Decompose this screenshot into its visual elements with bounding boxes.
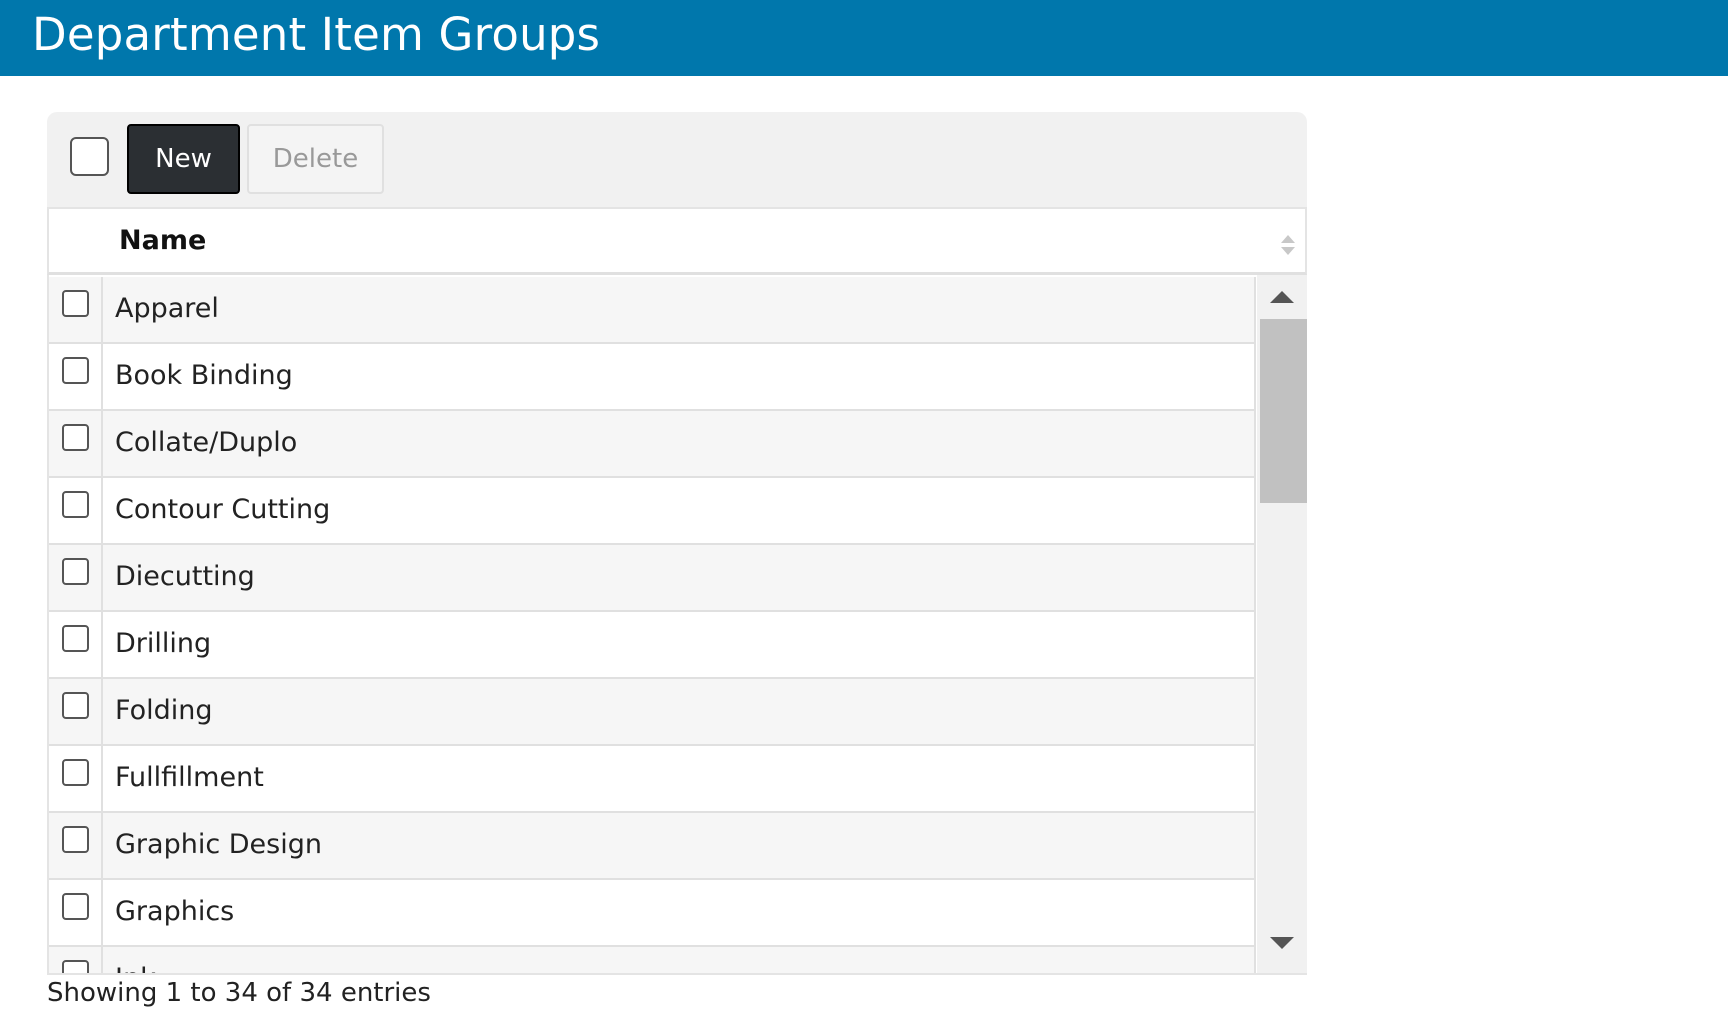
row-checkbox[interactable] xyxy=(62,558,89,585)
delete-button[interactable]: Delete xyxy=(247,124,384,194)
row-checkbox[interactable] xyxy=(62,826,89,853)
table-row[interactable]: Drilling xyxy=(49,612,1256,679)
cell-divider xyxy=(101,679,103,744)
cell-divider xyxy=(101,344,103,409)
page-title: Department Item Groups xyxy=(32,8,601,61)
cell-divider xyxy=(101,612,103,677)
cell-divider xyxy=(101,478,103,543)
cell-divider xyxy=(101,411,103,476)
item-groups-table-panel: New Delete Name Apparel Book Binding Colla… xyxy=(47,112,1307,975)
row-checkbox[interactable] xyxy=(62,692,89,719)
row-checkbox[interactable] xyxy=(62,491,89,518)
cell-divider xyxy=(101,813,103,878)
table-row[interactable]: Ink xyxy=(49,947,1256,973)
row-name[interactable]: Fullfillment xyxy=(115,762,264,793)
row-checkbox[interactable] xyxy=(62,960,89,973)
table-row[interactable]: Book Binding xyxy=(49,344,1256,411)
table-row[interactable]: Folding xyxy=(49,679,1256,746)
cell-divider xyxy=(101,947,103,973)
row-checkbox[interactable] xyxy=(62,357,89,384)
cell-divider xyxy=(101,277,103,342)
new-button[interactable]: New xyxy=(127,124,240,194)
row-name[interactable]: Folding xyxy=(115,695,212,726)
row-name[interactable]: Graphics xyxy=(115,896,234,927)
cell-divider xyxy=(101,545,103,610)
table-toolbar: New Delete xyxy=(47,112,1307,208)
table-body: Apparel Book Binding Collate/Duplo Contour … xyxy=(47,275,1307,975)
arrow-up-icon[interactable] xyxy=(1270,291,1294,303)
row-name[interactable]: Collate/Duplo xyxy=(115,427,297,458)
row-name[interactable]: Apparel xyxy=(115,293,219,324)
vertical-scrollbar[interactable] xyxy=(1257,275,1307,973)
sort-both-icon[interactable] xyxy=(1281,235,1295,257)
row-name[interactable]: Drilling xyxy=(115,628,211,659)
row-name[interactable]: Diecutting xyxy=(115,561,255,592)
row-checkbox[interactable] xyxy=(62,893,89,920)
column-header-name[interactable]: Name xyxy=(119,225,206,256)
row-checkbox[interactable] xyxy=(62,759,89,786)
row-name[interactable]: Graphic Design xyxy=(115,829,322,860)
row-checkbox[interactable] xyxy=(62,625,89,652)
cell-divider xyxy=(101,746,103,811)
row-name[interactable]: Ink xyxy=(115,963,156,973)
cell-divider xyxy=(101,880,103,945)
row-name[interactable]: Contour Cutting xyxy=(115,494,330,525)
table-header[interactable]: Name xyxy=(47,207,1307,275)
table-rows: Apparel Book Binding Collate/Duplo Contour … xyxy=(49,277,1256,973)
table-row[interactable]: Apparel xyxy=(49,277,1256,344)
table-row[interactable]: Contour Cutting xyxy=(49,478,1256,545)
table-row[interactable]: Fullfillment xyxy=(49,746,1256,813)
scroll-thumb[interactable] xyxy=(1260,319,1307,503)
table-row[interactable]: Collate/Duplo xyxy=(49,411,1256,478)
row-checkbox[interactable] xyxy=(62,290,89,317)
table-row[interactable]: Graphic Design xyxy=(49,813,1256,880)
row-name[interactable]: Book Binding xyxy=(115,360,293,391)
page-header: Department Item Groups xyxy=(0,0,1728,76)
table-row[interactable]: Graphics xyxy=(49,880,1256,947)
select-all-checkbox[interactable] xyxy=(70,137,109,176)
arrow-down-icon[interactable] xyxy=(1270,937,1294,949)
table-row[interactable]: Diecutting xyxy=(49,545,1256,612)
row-checkbox[interactable] xyxy=(62,424,89,451)
table-info: Showing 1 to 34 of 34 entries xyxy=(47,978,431,1008)
